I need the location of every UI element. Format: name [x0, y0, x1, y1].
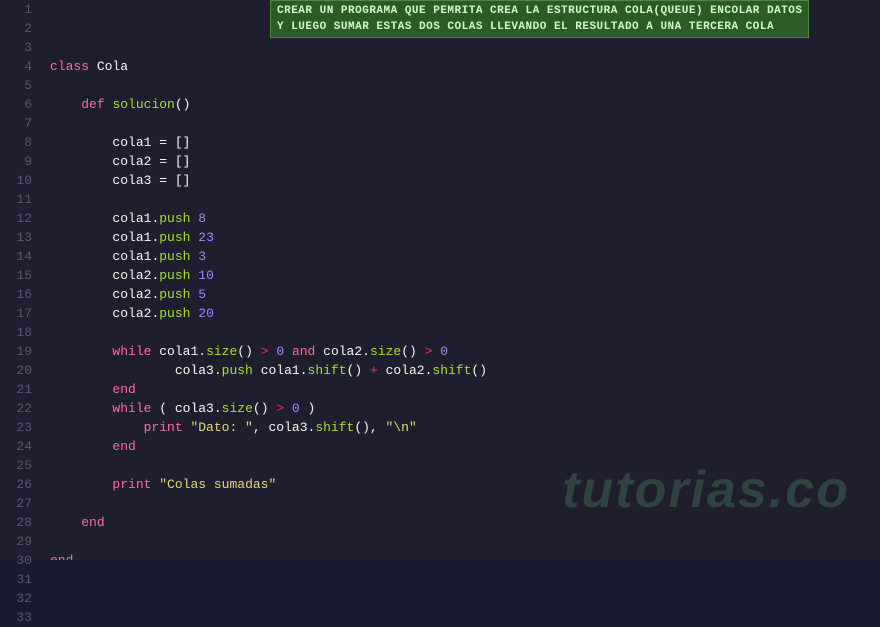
code-line-25 [50, 456, 880, 475]
code-line-22: while ( cola3.size() > 0 ) [50, 399, 880, 418]
code-line-10: cola3 = [] [50, 171, 880, 190]
code-line-29 [50, 532, 880, 551]
code-line-14: cola1.push 3 [50, 247, 880, 266]
code-line-11 [50, 190, 880, 209]
method-name: solucion [112, 95, 174, 114]
code-line-23: print "Dato: ", cola3.shift(), "\n" [50, 418, 880, 437]
code-line-20: cola3.push cola1.shift() + cola2.shift() [50, 361, 880, 380]
code-line-7 [50, 114, 880, 133]
code-line-21: end [50, 380, 880, 399]
code-line-19: while cola1.size() > 0 and cola2.size() … [50, 342, 880, 361]
code-line-4: class Cola [50, 57, 880, 76]
comment-overlay: CREAR UN PROGRAMA QUE PEMRITA CREA LA ES… [270, 0, 809, 38]
code-line-16: cola2.push 5 [50, 285, 880, 304]
keyword-def: def [81, 95, 112, 114]
code-line-18 [50, 323, 880, 342]
code-line-27 [50, 494, 880, 513]
keyword-class: class [50, 57, 97, 76]
code-line-30: end [50, 551, 880, 560]
code-line-28: end [50, 513, 880, 532]
comment-line-2: Y LUEGO SUMAR ESTAS DOS COLAS LLEVANDO E… [277, 19, 802, 35]
code-line-24: end [50, 437, 880, 456]
code-line-8: cola1 = [] [50, 133, 880, 152]
code-line-5 [50, 76, 880, 95]
code-line-9: cola2 = [] [50, 152, 880, 171]
code-line-17: cola2.push 20 [50, 304, 880, 323]
code-line-26: print "Colas sumadas" [50, 475, 880, 494]
code-line-3 [50, 38, 880, 57]
keyword-and: and [292, 342, 315, 361]
code-line-6: def solucion() [50, 95, 880, 114]
line-numbers: 1 2 3 4 5 6 7 8 9 10 11 12 13 14 15 16 1… [0, 0, 42, 560]
code-line-15: cola2.push 10 [50, 266, 880, 285]
class-name: Cola [97, 57, 128, 76]
code-line-13: cola1.push 23 [50, 228, 880, 247]
code-line-12: cola1.push 8 [50, 209, 880, 228]
code-content: class Cola def solucion() cola1 = [] col… [42, 0, 880, 560]
comment-line-1: CREAR UN PROGRAMA QUE PEMRITA CREA LA ES… [277, 3, 802, 19]
code-editor: 1 2 3 4 5 6 7 8 9 10 11 12 13 14 15 16 1… [0, 0, 880, 560]
